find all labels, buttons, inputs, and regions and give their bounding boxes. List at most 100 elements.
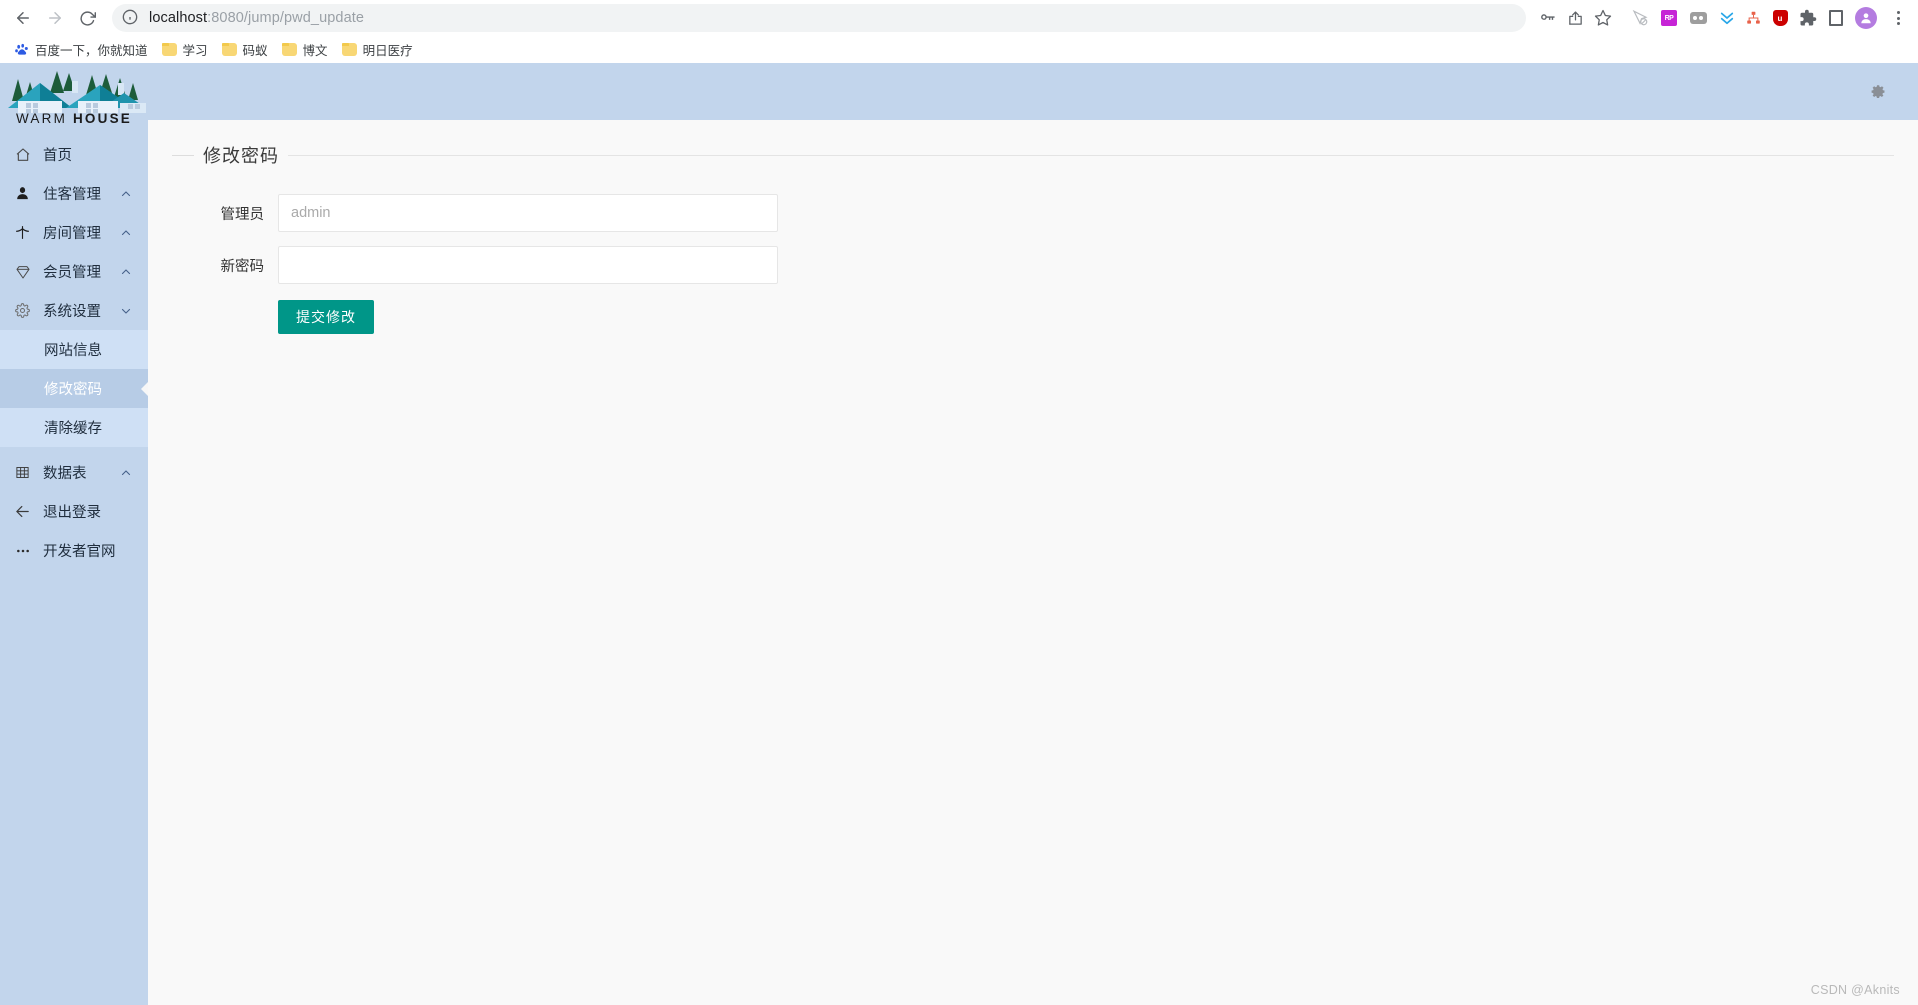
sidebar-item-guests[interactable]: 住客管理 <box>0 174 148 213</box>
sidebar-subitem-label: 修改密码 <box>44 382 102 398</box>
submit-button[interactable]: 提交修改 <box>278 300 374 334</box>
sidebar-item-logout[interactable]: 退出登录 <box>0 492 148 531</box>
bookmarks-bar: 百度一下，你就知道 学习 码蚁 博文 明日医疗 <box>0 36 1918 63</box>
form-row-new-password: 新密码 <box>172 246 1894 284</box>
sidebar-item-system-settings[interactable]: 系统设置 <box>0 291 148 330</box>
sidepanel-icon[interactable] <box>1826 8 1846 28</box>
back-arrow-icon[interactable] <box>8 3 38 33</box>
sidebar-subitem-site-info[interactable]: 网站信息 <box>0 330 148 369</box>
page-body: WARM HOUSE 首页 住客管理 房间管理 会员管理 系统设置 网站信息 修… <box>0 63 1918 1005</box>
bookmark-folder-mayi[interactable]: 码蚁 <box>218 37 276 62</box>
sidebar-item-label: 开发者官网 <box>43 544 116 560</box>
dualdrive-glyph <box>1689 12 1707 24</box>
share-icon[interactable] <box>1562 5 1588 31</box>
form-row-admin: 管理员 <box>172 194 1894 232</box>
sidebar-subitem-change-password[interactable]: 修改密码 <box>0 369 148 408</box>
dualdrive-icon[interactable] <box>1688 8 1708 28</box>
ublock-shield-icon[interactable]: u <box>1770 8 1790 28</box>
home-icon <box>14 146 31 163</box>
bookmark-label: 百度一下，你就知道 <box>35 44 148 58</box>
page-title: 修改密码 <box>203 146 279 166</box>
folder-icon <box>161 43 177 56</box>
ellipsis-icon <box>14 542 31 559</box>
legend-dash-left <box>172 154 194 156</box>
sidebar-item-developer-site[interactable]: 开发者官网 <box>0 531 148 570</box>
admin-label: 管理员 <box>220 206 265 223</box>
sidebar-menu: 首页 住客管理 房间管理 会员管理 系统设置 网站信息 修改密码 清除缓存 数据… <box>0 131 148 570</box>
chevron-up-icon <box>118 227 134 239</box>
url-path: :8080/jump/pwd_update <box>207 10 365 26</box>
sidebar-item-label: 住客管理 <box>43 187 101 203</box>
download-chevrons-icon[interactable] <box>1717 8 1737 28</box>
logo-text-light: WARM <box>15 111 73 126</box>
diamond-icon <box>14 263 31 280</box>
form-legend: 修改密码 <box>172 142 1894 168</box>
form-actions: 提交修改 <box>172 300 1894 334</box>
bookmark-baidu[interactable]: 百度一下，你就知道 <box>10 37 156 62</box>
new-password-input[interactable] <box>278 246 778 284</box>
bookmark-folder-mingri[interactable]: 明日医疗 <box>338 37 421 62</box>
sidebar-subitem-clear-cache[interactable]: 清除缓存 <box>0 408 148 447</box>
sidebar-item-datatable[interactable]: 数据表 <box>0 453 148 492</box>
profile-avatar-icon[interactable] <box>1855 7 1877 29</box>
user-icon <box>14 185 31 202</box>
extension-icons: RP u <box>1620 5 1910 31</box>
omnibox-actions <box>1534 5 1618 31</box>
browser-toolbar: localhost:8080/jump/pwd_update RP u <box>0 0 1918 36</box>
bookmark-folder-bowen[interactable]: 博文 <box>278 37 336 62</box>
folder-icon <box>341 43 357 56</box>
bed-icon <box>14 224 31 241</box>
gear-icon <box>14 302 31 319</box>
rp-icon[interactable]: RP <box>1659 8 1679 28</box>
chevron-down-icon <box>118 305 134 317</box>
app-logo-text: WARM HOUSE <box>0 111 148 126</box>
admin-input[interactable] <box>278 194 778 232</box>
watermark: CSDN @Aknits <box>1810 983 1900 997</box>
address-bar[interactable]: localhost:8080/jump/pwd_update <box>112 4 1526 32</box>
chevron-up-icon <box>118 467 134 479</box>
sidepanel-glyph <box>1829 10 1843 26</box>
sidebar-subitem-label: 网站信息 <box>44 343 102 359</box>
url-text: localhost:8080/jump/pwd_update <box>149 10 364 26</box>
warm-house-logo-icon <box>0 63 148 113</box>
reload-icon[interactable] <box>72 3 102 33</box>
sidebar-item-label: 数据表 <box>43 466 87 482</box>
chevron-up-icon <box>118 266 134 278</box>
logout-icon <box>14 503 31 520</box>
password-key-icon[interactable] <box>1534 5 1560 31</box>
forward-arrow-icon[interactable] <box>40 3 70 33</box>
baidu-icon <box>14 42 29 57</box>
legend-line-right <box>288 154 1894 156</box>
sitemap-icon[interactable] <box>1746 11 1761 26</box>
chevron-up-icon <box>118 188 134 200</box>
bookmark-folder-study[interactable]: 学习 <box>158 37 216 62</box>
new-password-label: 新密码 <box>220 258 265 275</box>
browser-chrome: localhost:8080/jump/pwd_update RP u 百度一下… <box>0 0 1918 63</box>
sidebar-item-rooms[interactable]: 房间管理 <box>0 213 148 252</box>
sidebar-item-members[interactable]: 会员管理 <box>0 252 148 291</box>
table-icon <box>14 464 31 481</box>
sidebar-item-label: 会员管理 <box>43 265 101 281</box>
bookmark-label: 码蚁 <box>242 44 268 58</box>
puzzle-extensions-icon[interactable] <box>1799 9 1817 27</box>
site-info-icon[interactable] <box>122 9 140 27</box>
cursor-block-icon[interactable] <box>1630 8 1650 28</box>
three-dot-menu-icon[interactable] <box>1886 5 1910 31</box>
url-host: localhost <box>149 10 208 26</box>
sidebar-item-label: 房间管理 <box>43 226 101 242</box>
app-logo[interactable]: WARM HOUSE <box>0 63 148 131</box>
bookmark-star-icon[interactable] <box>1590 5 1616 31</box>
sidebar-item-home[interactable]: 首页 <box>0 135 148 174</box>
logo-text-bold: HOUSE <box>72 111 132 126</box>
main-area: 修改密码 管理员 新密码 提交修改 CSDN @Aknits <box>148 63 1918 1005</box>
gear-icon[interactable] <box>1864 79 1890 105</box>
sidebar-item-label: 退出登录 <box>43 505 101 521</box>
sidebar-subitem-label: 清除缓存 <box>44 421 102 437</box>
sidebar-item-label: 系统设置 <box>43 304 101 320</box>
folder-icon <box>281 43 297 56</box>
app-topbar <box>148 63 1918 120</box>
sidebar-item-label: 首页 <box>43 148 72 164</box>
ublock-badge: u <box>1772 10 1788 26</box>
rp-badge: RP <box>1661 10 1677 26</box>
bookmark-label: 学习 <box>182 44 208 58</box>
